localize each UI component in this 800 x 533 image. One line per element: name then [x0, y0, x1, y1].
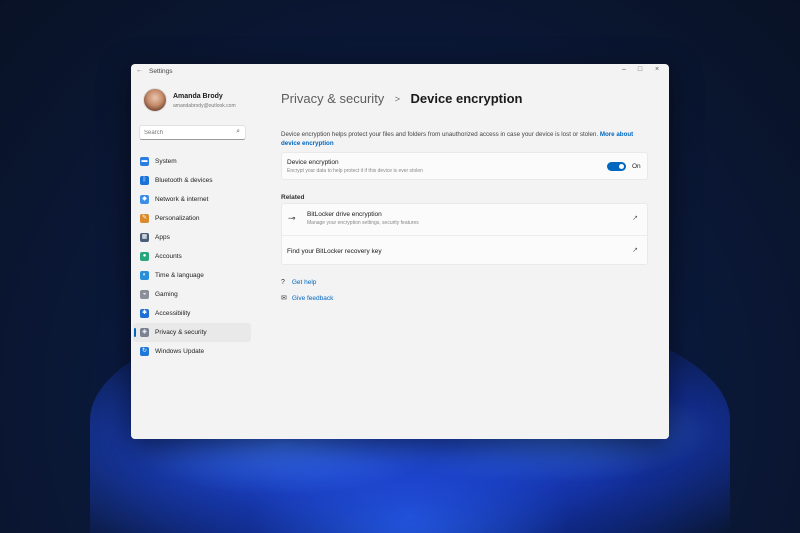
sidebar-item-label: Personalization: [155, 215, 200, 222]
toggle-knob: [619, 164, 624, 169]
sidebar-item-label: Windows Update: [155, 348, 205, 355]
active-indicator: [134, 328, 136, 337]
usb-key-icon: ⊸: [288, 213, 296, 223]
sidebar-item-label: Accessibility: [155, 310, 191, 317]
breadcrumb-parent[interactable]: Privacy & security: [281, 91, 384, 106]
avatar: [143, 88, 167, 112]
title-bar: ← Settings – □ ×: [131, 64, 669, 80]
sidebar-item-label: System: [155, 158, 177, 165]
search-input[interactable]: [144, 128, 224, 138]
sidebar-item-system[interactable]: ▬ System: [133, 152, 251, 171]
get-help-label: Get help: [291, 279, 317, 286]
sidebar-item-bluetooth-devices[interactable]: ᛒ Bluetooth & devices: [133, 171, 251, 190]
get-help-link[interactable]: ? Get help: [281, 279, 316, 286]
sidebar-item-network-internet[interactable]: ◆ Network & internet: [133, 190, 251, 209]
sidebar-item-windows-update[interactable]: ↻ Windows Update: [133, 342, 251, 361]
sidebar-item-accounts[interactable]: ● Accounts: [133, 247, 251, 266]
sidebar-item-label: Privacy & security: [155, 329, 207, 336]
description-text: Device encryption helps protect your fil…: [281, 131, 599, 138]
sidebar-item-label: Time & language: [155, 272, 204, 279]
system-icon: ▬: [140, 157, 149, 166]
apps-icon: ▦: [140, 233, 149, 242]
toggle-state-label: On: [632, 163, 641, 170]
sidebar: Amanda Brody amandabrody@outlook.com ⌕ ▬…: [131, 80, 253, 439]
sidebar-item-time-language[interactable]: ◐ Time & language: [133, 266, 251, 285]
user-name: Amanda Brody: [173, 93, 223, 100]
feedback-icon: ✉: [281, 295, 287, 302]
network-icon: ◆: [140, 195, 149, 204]
page-description: Device encryption helps protect your fil…: [281, 130, 646, 148]
maximize-button[interactable]: □: [631, 66, 649, 73]
sidebar-nav: ▬ System ᛒ Bluetooth & devices ◆ Network & in…: [133, 152, 251, 361]
encryption-title: Device encryption: [287, 159, 339, 166]
recovery-key-row[interactable]: Find your BitLocker recovery key ↗: [282, 235, 647, 266]
back-arrow-icon[interactable]: ←: [136, 67, 143, 74]
brush-icon: ✎: [140, 214, 149, 223]
give-feedback-link[interactable]: ✉ Give feedback: [281, 294, 333, 302]
sidebar-item-privacy-security[interactable]: ◈ Privacy & security: [133, 323, 251, 342]
device-encryption-card: Device encryption Encrypt your data to h…: [281, 152, 648, 180]
recovery-key-title: Find your BitLocker recovery key: [287, 248, 382, 255]
settings-window: ← Settings – □ × Amanda Brody amandabrod…: [131, 64, 669, 439]
sidebar-item-label: Gaming: [155, 291, 178, 298]
sidebar-item-label: Bluetooth & devices: [155, 177, 213, 184]
shield-icon: ◈: [140, 328, 149, 337]
close-button[interactable]: ×: [648, 66, 666, 73]
encryption-subtitle: Encrypt your data to help protect it if …: [287, 168, 423, 174]
window-title: Settings: [149, 68, 173, 75]
accessibility-icon: ✱: [140, 309, 149, 318]
bluetooth-icon: ᛒ: [140, 176, 149, 185]
sidebar-item-label: Accounts: [155, 253, 182, 260]
help-icon: ?: [281, 279, 285, 286]
sidebar-item-accessibility[interactable]: ✱ Accessibility: [133, 304, 251, 323]
globe-icon: ◐: [140, 271, 149, 280]
search-box[interactable]: ⌕: [139, 125, 246, 140]
search-icon[interactable]: ⌕: [236, 128, 240, 136]
bitlocker-row[interactable]: ⊸ BitLocker drive encryption Manage your…: [282, 204, 647, 235]
related-card: ⊸ BitLocker drive encryption Manage your…: [281, 203, 648, 265]
bitlocker-subtitle: Manage your encryption settings, securit…: [307, 220, 419, 226]
sidebar-item-label: Network & internet: [155, 196, 209, 203]
update-icon: ↻: [140, 347, 149, 356]
main-content: Privacy & security > Device encryption D…: [281, 80, 669, 439]
external-link-icon: ↗: [632, 215, 638, 222]
breadcrumb: Privacy & security > Device encryption: [281, 90, 522, 108]
chevron-right-icon: >: [394, 94, 401, 104]
bitlocker-title: BitLocker drive encryption: [307, 211, 382, 218]
encryption-toggle[interactable]: [607, 162, 626, 171]
sidebar-item-label: Apps: [155, 234, 170, 241]
sidebar-item-apps[interactable]: ▦ Apps: [133, 228, 251, 247]
related-heading: Related: [281, 194, 305, 201]
user-email: amandabrody@outlook.com: [173, 103, 236, 109]
accounts-icon: ●: [140, 252, 149, 261]
gaming-icon: ◒: [140, 290, 149, 299]
external-link-icon: ↗: [632, 247, 638, 254]
give-feedback-label: Give feedback: [291, 295, 334, 302]
sidebar-item-personalization[interactable]: ✎ Personalization: [133, 209, 251, 228]
sidebar-item-gaming[interactable]: ◒ Gaming: [133, 285, 251, 304]
page-title: Device encryption: [410, 91, 523, 106]
